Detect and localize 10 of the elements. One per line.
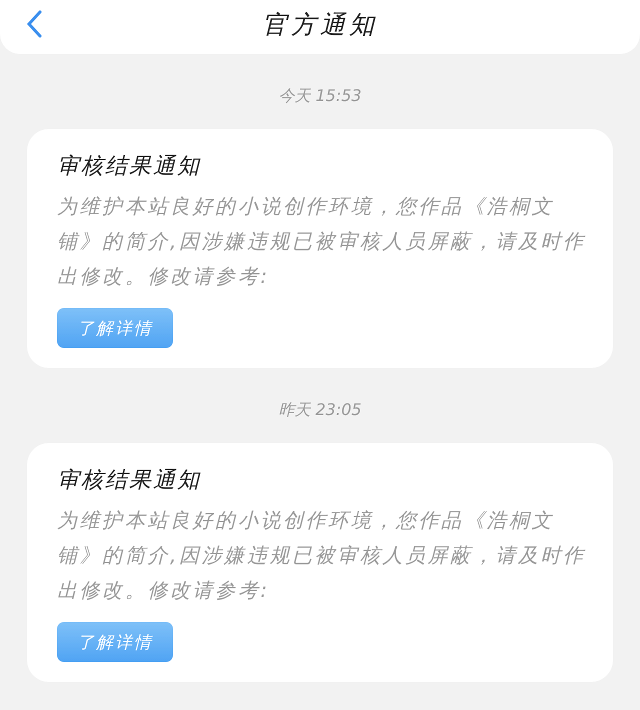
back-icon[interactable] bbox=[26, 10, 42, 38]
notification-title: 审核结果通知 bbox=[57, 153, 202, 181]
notification-title: 审核结果通知 bbox=[57, 467, 202, 495]
notification-body: 为维护本站良好的小说创作环境，您作品《浩桐文铺》的简介,因涉嫌违规已被审核人员屏蔽，请及时作出修改。修改请参考: bbox=[57, 507, 587, 604]
page-title: 官方通知 bbox=[261, 8, 379, 40]
timestamp: 昨天 23:05 bbox=[278, 400, 362, 421]
timestamp: 今天 15:53 bbox=[278, 86, 362, 107]
details-button[interactable]: 了解详情 bbox=[57, 308, 173, 348]
details-button[interactable]: 了解详情 bbox=[57, 622, 173, 662]
notification-body: 为维护本站良好的小说创作环境，您作品《浩桐文铺》的简介,因涉嫌违规已被审核人员屏蔽，请及时作出修改。修改请参考: bbox=[57, 193, 587, 290]
